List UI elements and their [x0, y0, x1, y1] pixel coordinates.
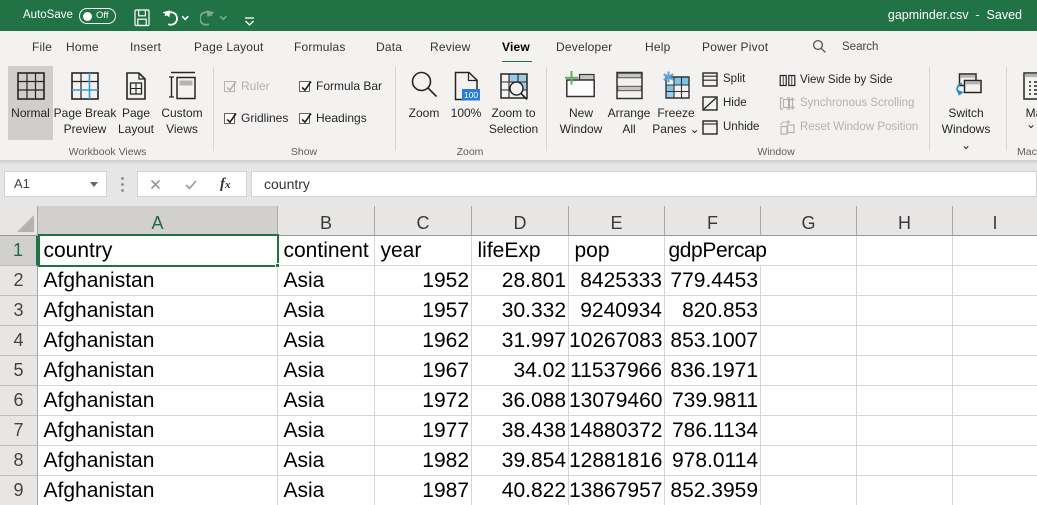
svg-text:100: 100: [464, 90, 478, 100]
